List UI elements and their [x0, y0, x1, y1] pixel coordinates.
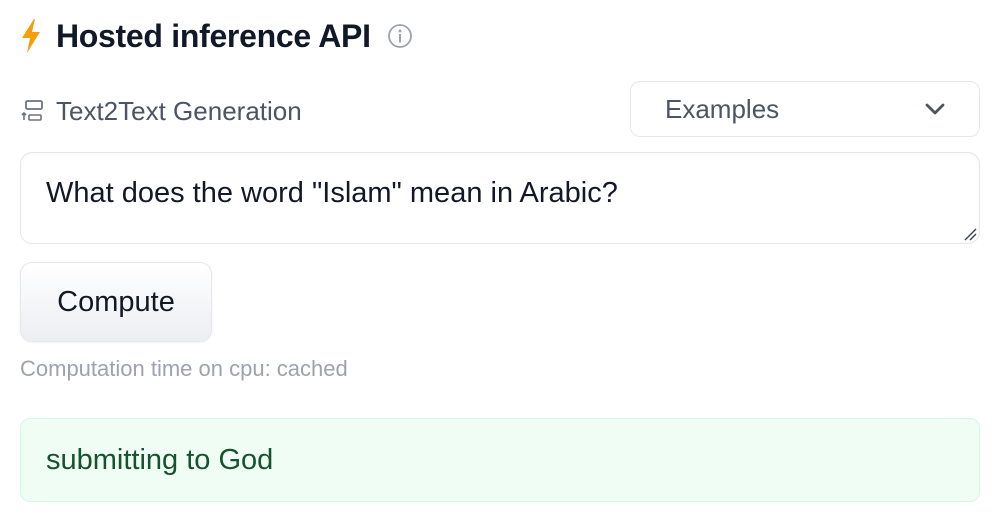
prompt-textarea[interactable]: What does the word "Islam" mean in Arabi…: [20, 152, 980, 244]
lightning-bolt-icon: [20, 19, 42, 53]
resize-handle-icon[interactable]: [961, 225, 977, 241]
widget-header: Hosted inference API: [20, 14, 413, 58]
task-type: Text2Text Generation: [20, 90, 302, 132]
output-text: submitting to God: [46, 443, 274, 476]
examples-label: Examples: [665, 93, 780, 124]
text2text-icon: [20, 98, 46, 124]
examples-dropdown[interactable]: Examples: [630, 81, 980, 137]
output-panel: submitting to God: [20, 418, 980, 502]
chevron-down-icon: [923, 97, 947, 121]
info-icon[interactable]: [387, 23, 413, 49]
computation-time: Computation time on cpu: cached: [20, 356, 348, 381]
task-label: Text2Text Generation: [56, 95, 302, 126]
prompt-text: What does the word "Islam" mean in Arabi…: [46, 177, 618, 209]
page-title: Hosted inference API: [56, 17, 371, 54]
compute-button[interactable]: Compute: [20, 262, 212, 342]
